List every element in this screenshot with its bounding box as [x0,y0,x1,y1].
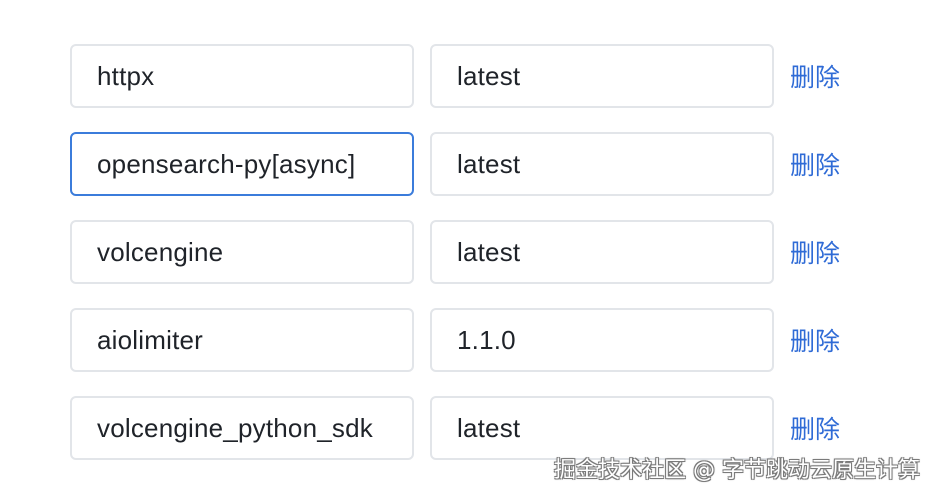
delete-link[interactable]: 删除 [790,146,840,182]
delete-link[interactable]: 删除 [790,410,840,446]
delete-link[interactable]: 删除 [790,58,840,94]
package-version-input[interactable]: latest [430,220,774,284]
delete-link[interactable]: 删除 [790,234,840,270]
watermark: 掘金技术社区 @ 字节跳动云原生计算 [554,458,920,483]
package-name-input[interactable]: httpx [70,44,414,108]
package-list: httpx latest 删除 opensearch-py[async] lat… [70,44,840,484]
package-name-input[interactable]: aiolimiter [70,308,414,372]
package-row: aiolimiter 1.1.0 删除 [70,308,840,372]
delete-link[interactable]: 删除 [790,322,840,358]
package-version-input[interactable]: latest [430,44,774,108]
package-version-input[interactable]: latest [430,132,774,196]
dependency-editor: httpx latest 删除 opensearch-py[async] lat… [0,0,936,498]
package-row: httpx latest 删除 [70,44,840,108]
package-row: volcengine latest 删除 [70,220,840,284]
package-name-input[interactable]: volcengine_python_sdk [70,396,414,460]
package-version-input[interactable]: latest [430,396,774,460]
package-name-input[interactable]: volcengine [70,220,414,284]
package-row: volcengine_python_sdk latest 删除 [70,396,840,460]
package-name-input[interactable]: opensearch-py[async] [70,132,414,196]
package-version-input[interactable]: 1.1.0 [430,308,774,372]
package-row: opensearch-py[async] latest 删除 [70,132,840,196]
